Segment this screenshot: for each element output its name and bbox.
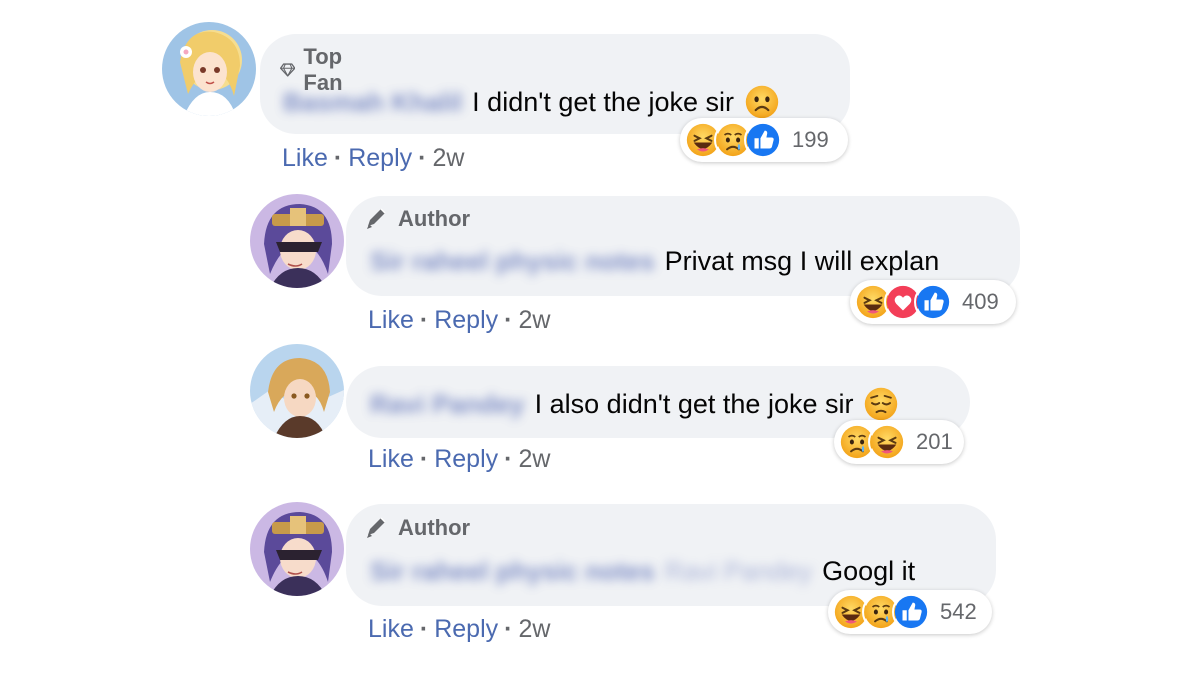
timestamp[interactable]: 2w — [518, 615, 550, 643]
reply-link[interactable]: Reply — [434, 445, 498, 473]
reply-link[interactable]: Reply — [434, 615, 498, 643]
reply-link[interactable]: Reply — [348, 144, 412, 172]
avatar[interactable] — [162, 22, 256, 116]
avatar[interactable] — [250, 194, 344, 288]
author-badge: Author — [364, 515, 470, 541]
timestamp[interactable]: 2w — [518, 445, 550, 473]
comment-text-line: Basmah Khalil I didn't get the joke sir — [283, 84, 780, 120]
like-reaction-icon — [914, 283, 952, 321]
comment-text-line: Sir raheel physic notes Privat msg I wil… — [370, 246, 939, 277]
pencil-icon — [364, 206, 390, 232]
avatar[interactable] — [250, 502, 344, 596]
mentioned-name[interactable]: Ravi Pandey — [665, 556, 812, 587]
comment-text-line: Ravi Pandey I also didn't get the joke s… — [370, 386, 899, 422]
badge-label: Author — [398, 515, 471, 540]
comment-text: I didn't get the joke sir — [472, 86, 734, 117]
author-name[interactable]: Basmah Khalil — [283, 87, 462, 118]
like-link[interactable]: Like — [368, 615, 414, 643]
reaction-summary[interactable]: 201 — [834, 420, 964, 464]
author-badge: Author — [364, 206, 470, 232]
pencil-icon — [364, 515, 390, 541]
avatar[interactable] — [250, 344, 344, 438]
like-reaction-icon — [744, 121, 782, 159]
timestamp[interactable]: 2w — [518, 306, 550, 334]
like-link[interactable]: Like — [368, 445, 414, 473]
pensive-face-emoji — [863, 386, 899, 422]
comment-actions: Like · Reply · 2w — [368, 445, 551, 473]
reaction-count: 199 — [792, 127, 829, 152]
comment-actions: Like · Reply · 2w — [368, 306, 551, 334]
haha-reaction-icon — [868, 423, 906, 461]
reaction-summary[interactable]: 542 — [828, 590, 992, 634]
reaction-count: 201 — [916, 429, 953, 454]
author-name[interactable]: Ravi Pandey — [370, 389, 525, 420]
comment-text-line: Sir raheel physic notes Ravi Pandey Goog… — [370, 556, 915, 587]
reaction-count: 542 — [940, 599, 977, 624]
like-reaction-icon — [892, 593, 930, 631]
like-link[interactable]: Like — [282, 144, 328, 172]
comment-text: I also didn't get the joke sir — [534, 388, 854, 419]
timestamp[interactable]: 2w — [432, 144, 464, 172]
comment-text: Privat msg I will explan — [664, 246, 940, 276]
badge-label: Author — [398, 206, 471, 231]
comment-actions: Like · Reply · 2w — [368, 615, 551, 643]
diamond-icon — [280, 58, 295, 82]
like-link[interactable]: Like — [368, 306, 414, 334]
reply-link[interactable]: Reply — [434, 306, 498, 334]
reaction-summary[interactable]: 199 — [680, 118, 848, 162]
author-name[interactable]: Sir raheel physic notes — [370, 246, 655, 277]
author-name[interactable]: Sir raheel physic notes — [370, 556, 655, 587]
reaction-count: 409 — [962, 289, 999, 314]
reaction-summary[interactable]: 409 — [850, 280, 1016, 324]
comment-text: Googl it — [822, 556, 916, 586]
frowning-face-emoji — [744, 84, 780, 120]
comment-actions: Like · Reply · 2w — [282, 144, 465, 172]
